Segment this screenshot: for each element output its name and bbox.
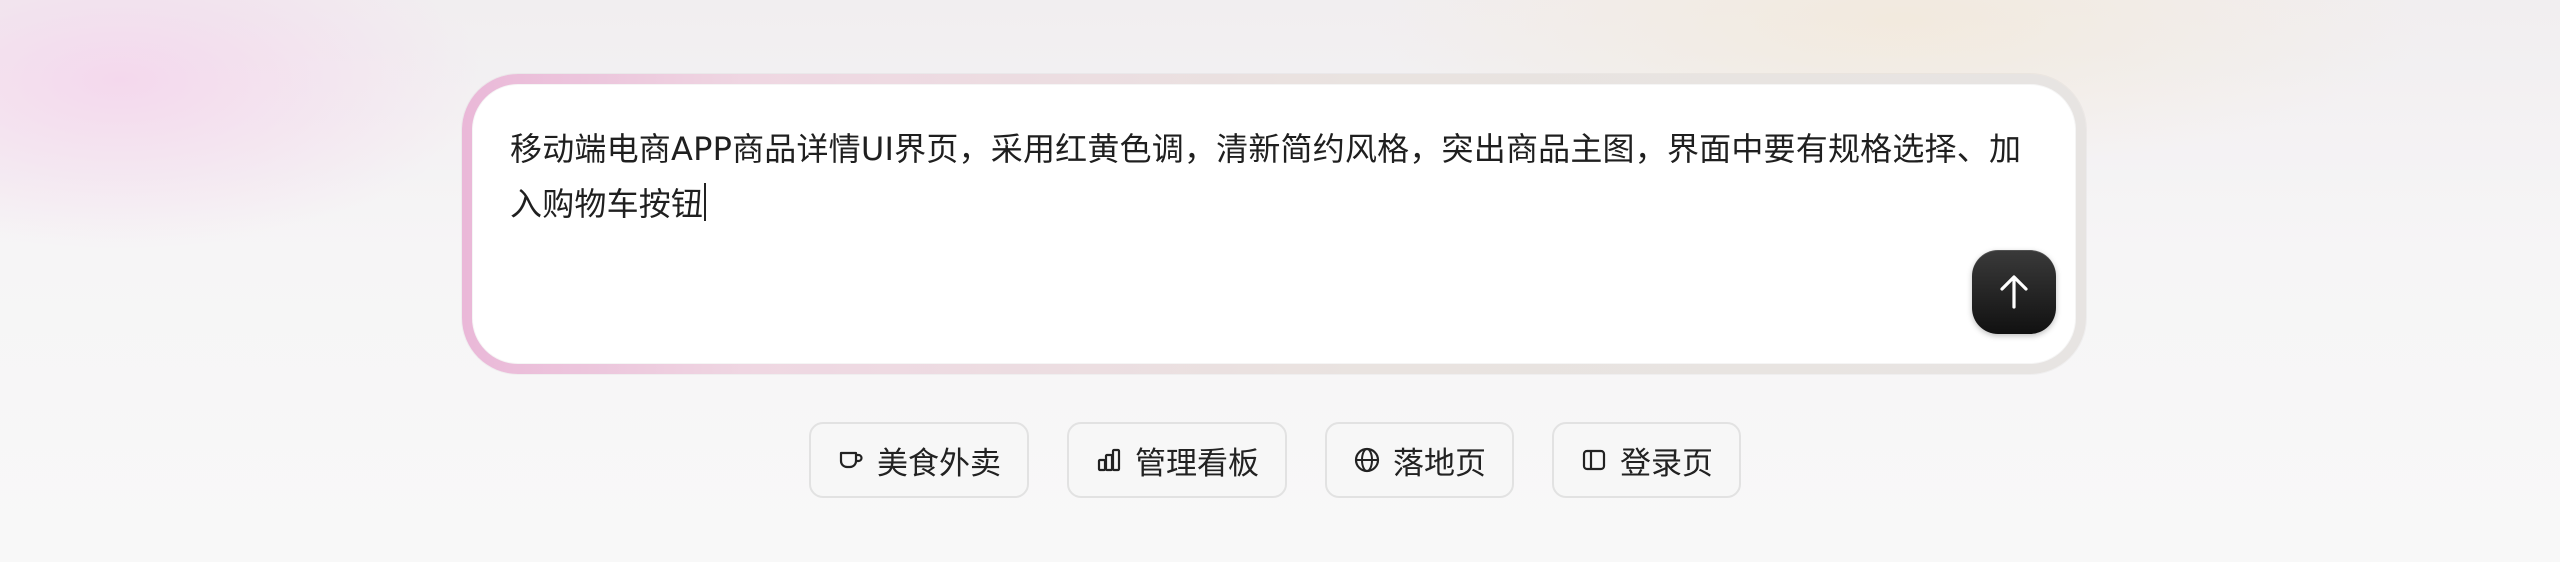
suggestion-chip-label: 美食外卖 bbox=[877, 445, 1001, 482]
bar-chart-icon bbox=[1095, 446, 1123, 474]
suggestion-chips: 美食外卖 管理看板 落地页 登录页 bbox=[0, 422, 2560, 498]
globe-icon bbox=[1353, 446, 1381, 474]
cup-icon bbox=[837, 446, 865, 474]
arrow-up-icon bbox=[2000, 275, 2028, 309]
suggestion-chip-label: 管理看板 bbox=[1135, 445, 1259, 482]
send-button[interactable] bbox=[1972, 250, 2056, 334]
suggestion-chip-food-delivery[interactable]: 美食外卖 bbox=[809, 422, 1029, 498]
prompt-input-frame: 移动端电商APP商品详情UI界页，采用红黄色调，清新简约风格，突出商品主图，界面… bbox=[462, 74, 2086, 374]
suggestion-chip-landing-page[interactable]: 落地页 bbox=[1325, 422, 1514, 498]
prompt-input-box[interactable]: 移动端电商APP商品详情UI界页，采用红黄色调，清新简约风格，突出商品主图，界面… bbox=[472, 84, 2076, 364]
suggestion-chip-login-page[interactable]: 登录页 bbox=[1552, 422, 1741, 498]
suggestion-chip-dashboard[interactable]: 管理看板 bbox=[1067, 422, 1287, 498]
suggestion-chip-label: 登录页 bbox=[1620, 445, 1713, 482]
prompt-text-value: 移动端电商APP商品详情UI界页，采用红黄色调，清新简约风格，突出商品主图，界面… bbox=[510, 130, 2022, 223]
suggestion-chip-label: 落地页 bbox=[1393, 445, 1486, 482]
text-caret bbox=[704, 183, 707, 221]
sidebar-panel-icon bbox=[1580, 446, 1608, 474]
prompt-textarea[interactable]: 移动端电商APP商品详情UI界页，采用红黄色调，清新简约风格，突出商品主图，界面… bbox=[510, 122, 2050, 232]
